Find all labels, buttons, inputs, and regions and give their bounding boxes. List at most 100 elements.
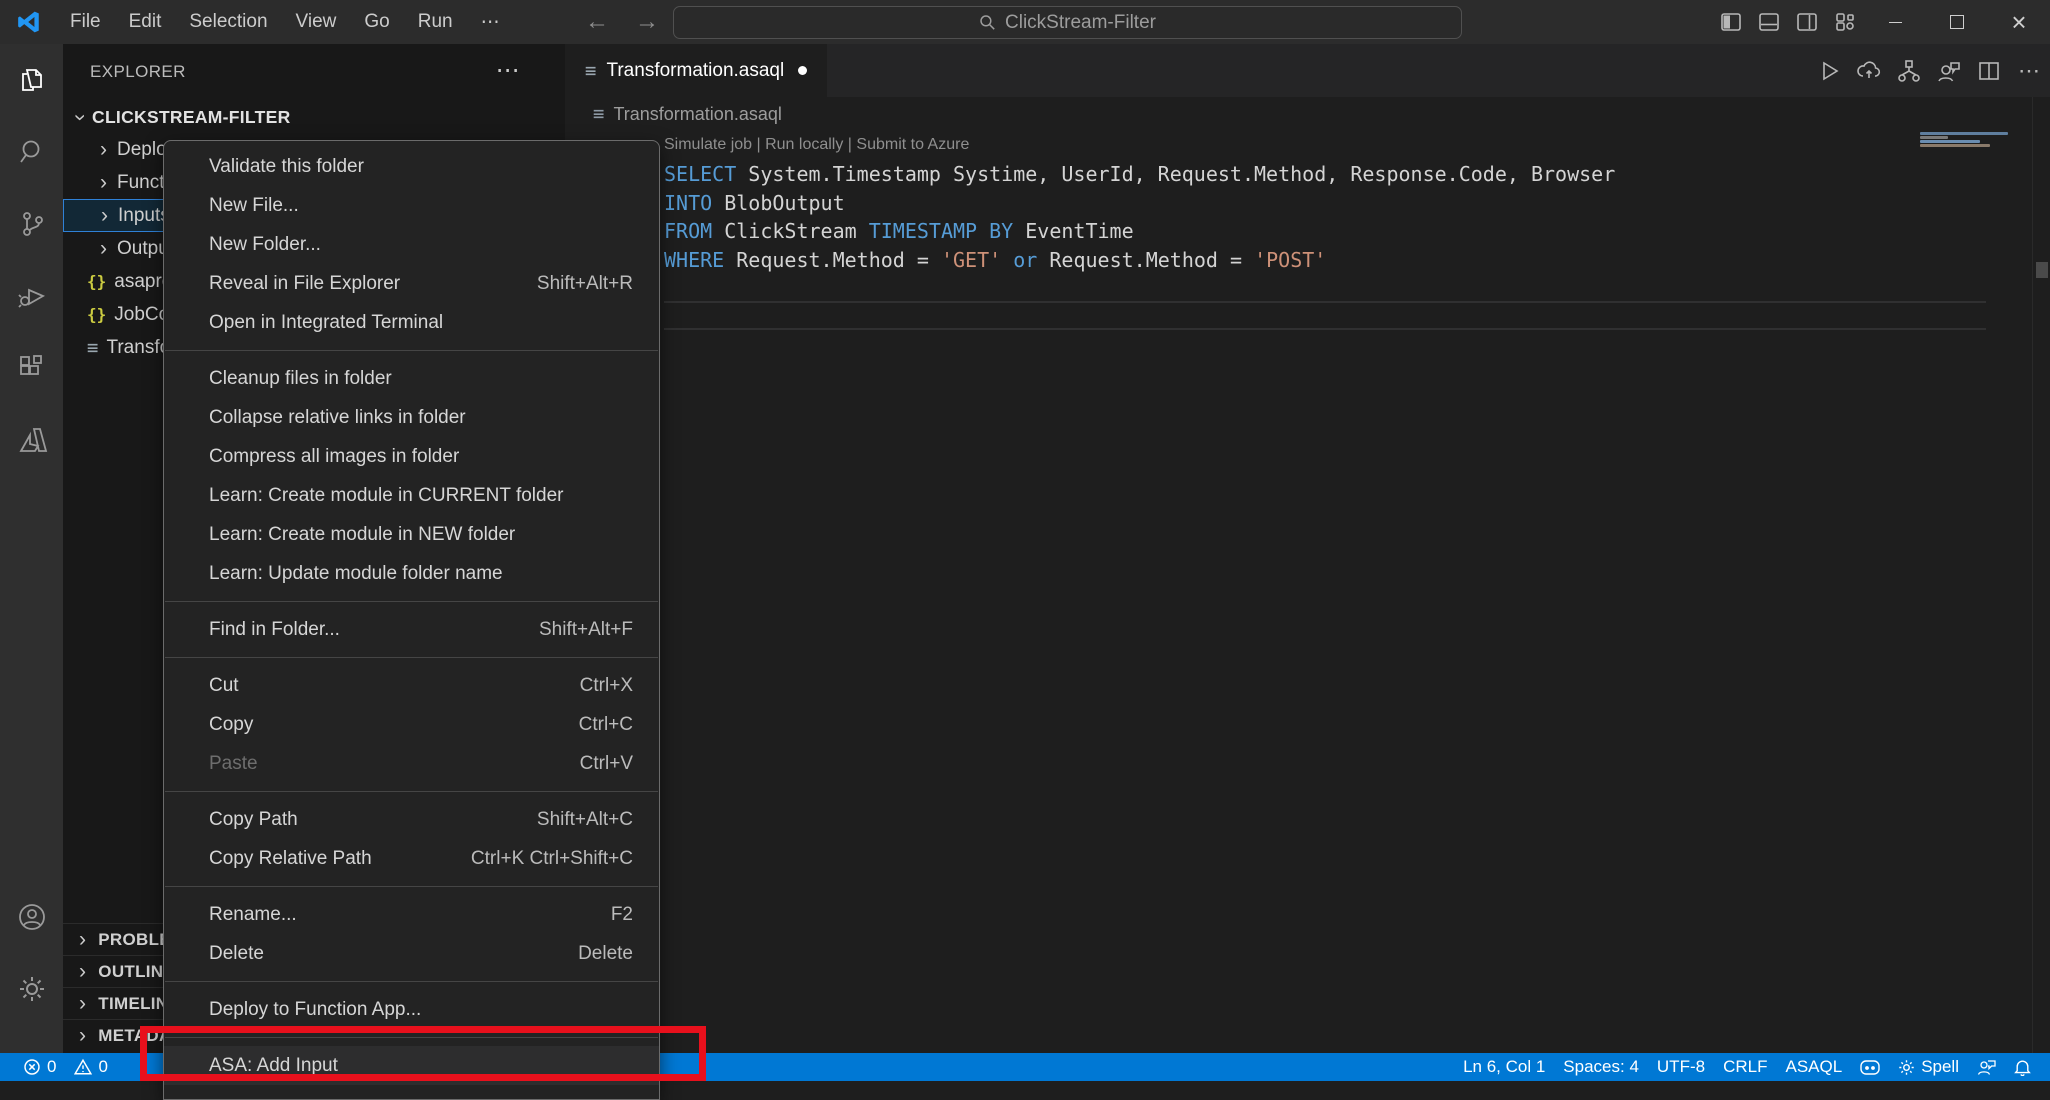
status-person-feedback-icon[interactable] — [1968, 1053, 2005, 1081]
menu-item-label: Copy — [209, 713, 254, 735]
menu-item-learn-create-module-in-current-folder[interactable]: Learn: Create module in CURRENT folder — [164, 476, 659, 515]
back-arrow-icon[interactable]: ← — [585, 8, 609, 36]
menubar-item-more[interactable]: ⋯ — [467, 0, 514, 44]
menu-item-find-in-folder[interactable]: Find in Folder... Shift+Alt+F — [164, 610, 659, 649]
tree-item-label: Inputs — [118, 204, 170, 226]
codelens-actions[interactable]: Simulate job | Run locally | Submit to A… — [664, 136, 969, 154]
status-asaql[interactable]: ASAQL — [1776, 1053, 1851, 1081]
menubar-item-run[interactable]: Run — [404, 0, 467, 44]
status-spell[interactable]: Spell — [1889, 1053, 1968, 1081]
status-0[interactable]: 0 — [65, 1053, 116, 1081]
menubar-item-selection[interactable]: Selection — [175, 0, 281, 44]
menu-item-compress-all-images-in-folder[interactable]: Compress all images in folder — [164, 437, 659, 476]
menu-item-label: Delete — [209, 942, 264, 964]
breadcrumb[interactable]: ≡ Transformation.asaql — [593, 97, 782, 131]
scrollbar-marker[interactable] — [2036, 262, 2048, 278]
forward-arrow-icon[interactable]: → — [635, 8, 659, 36]
code-token: TIMESTAMP BY — [868, 219, 1014, 243]
extensions-icon[interactable] — [0, 332, 63, 404]
unsaved-dot-icon[interactable] — [798, 66, 808, 75]
azure-icon[interactable] — [0, 404, 63, 476]
more-actions-icon[interactable]: ⋯ — [2016, 58, 2042, 84]
job-diagram-icon[interactable] — [1896, 58, 1922, 84]
menu-item-deploy-to-function-app[interactable]: Deploy to Function App... — [164, 990, 659, 1029]
menu-item-learn-create-module-in-new-folder[interactable]: Learn: Create module in NEW folder — [164, 515, 659, 554]
code-content[interactable]: SELECT System.Timestamp Systime, UserId,… — [664, 160, 1615, 274]
context-menu: Validate this folder New File... New Folde… — [163, 140, 660, 1100]
menu-item-label: New File... — [209, 194, 299, 216]
maximize-button[interactable] — [1926, 0, 1988, 44]
menu-item-copy-relative-path[interactable]: Copy Relative Path Ctrl+K Ctrl+Shift+C — [164, 839, 659, 878]
menu-item-validate-this-folder[interactable]: Validate this folder — [164, 147, 659, 186]
status-ln-6-col-1[interactable]: Ln 6, Col 1 — [1454, 1053, 1554, 1081]
explorer-icon[interactable] — [0, 44, 63, 116]
menubar-item-view[interactable]: View — [282, 0, 351, 44]
toggle-panel-icon[interactable] — [1750, 0, 1788, 44]
menu-item-learn-update-module-folder-name[interactable]: Learn: Update module folder name — [164, 554, 659, 593]
command-center-search[interactable]: ClickStream-Filter — [673, 6, 1462, 39]
status-text: ASAQL — [1785, 1057, 1843, 1076]
run-button-icon[interactable] — [1816, 58, 1842, 84]
minimap[interactable] — [1920, 132, 2020, 152]
menu-item-open-in-integrated-terminal[interactable]: Open in Integrated Terminal — [164, 303, 659, 342]
menu-item-collapse-relative-links-in-folder[interactable]: Collapse relative links in folder — [164, 398, 659, 437]
menu-item-cut[interactable]: Cut Ctrl+X — [164, 666, 659, 705]
status-copilot-icon[interactable] — [1851, 1053, 1889, 1081]
copilot-icon — [1860, 1059, 1880, 1075]
menu-item-rename[interactable]: Rename... F2 — [164, 895, 659, 934]
search-sidebar-icon[interactable] — [0, 116, 63, 188]
status-0[interactable]: 0 — [14, 1053, 65, 1081]
tab-label: Transformation.asaql — [606, 59, 785, 81]
menu-item-new-folder[interactable]: New Folder... — [164, 225, 659, 264]
command-center-text: ClickStream-Filter — [1005, 11, 1156, 33]
json-file-icon: {} — [87, 305, 107, 324]
code-token: SELECT — [664, 162, 737, 186]
menu-separator — [165, 981, 658, 982]
run-debug-icon[interactable] — [0, 260, 63, 332]
menu-item-label: Learn: Create module in CURRENT folder — [209, 484, 564, 506]
asaql-file-icon: ≡ — [87, 336, 99, 359]
sidebar-more-actions-icon[interactable]: ⋯ — [496, 56, 520, 85]
toggle-secondary-sidebar-icon[interactable] — [1788, 0, 1826, 44]
menubar-item-file[interactable]: File — [56, 0, 115, 44]
person-feedback-icon — [1977, 1059, 1996, 1076]
menu-item-label: Copy Relative Path — [209, 847, 372, 869]
feedback-icon[interactable] — [1936, 58, 1962, 84]
cloud-upload-icon[interactable] — [1856, 58, 1882, 84]
status-utf-8[interactable]: UTF-8 — [1648, 1053, 1714, 1081]
menubar-item-go[interactable]: Go — [350, 0, 403, 44]
menu-item-label: Open in Integrated Terminal — [209, 311, 444, 333]
menu-item-reveal-in-file-explorer[interactable]: Reveal in File Explorer Shift+Alt+R — [164, 264, 659, 303]
title-bar: File Edit Selection View Go Run ⋯ ← → ClickStr… — [0, 0, 2050, 44]
source-control-icon[interactable] — [0, 188, 63, 260]
tree-root-folder[interactable]: › CLICKSTREAM-FILTER — [63, 101, 565, 133]
status-crlf[interactable]: CRLF — [1714, 1053, 1776, 1081]
toggle-sidebar-icon[interactable] — [1712, 0, 1750, 44]
status-text: UTF-8 — [1656, 1057, 1706, 1076]
menubar-item-edit[interactable]: Edit — [115, 0, 176, 44]
split-editor-icon[interactable] — [1976, 58, 2002, 84]
chevron-right-icon: › — [79, 928, 87, 951]
tab-transformation[interactable]: ≡ Transformation.asaql — [565, 44, 827, 97]
menu-item-copy[interactable]: Copy Ctrl+C — [164, 705, 659, 744]
bell-icon — [2014, 1058, 2031, 1076]
breadcrumb-file-icon: ≡ — [593, 103, 605, 125]
status-spaces-4[interactable]: Spaces: 4 — [1554, 1053, 1648, 1081]
close-button[interactable]: × — [1988, 0, 2050, 44]
menu-item-new-file[interactable]: New File... — [164, 186, 659, 225]
minimize-button[interactable] — [1864, 0, 1926, 44]
menu-item-cleanup-files-in-folder[interactable]: Cleanup files in folder — [164, 359, 659, 398]
settings-gear-icon[interactable] — [0, 953, 63, 1025]
file-lines-icon: ≡ — [585, 59, 597, 82]
menu-item-delete[interactable]: Delete Delete — [164, 934, 659, 973]
code-token: System.Timestamp Systime, UserId, Reques… — [736, 162, 1616, 186]
accounts-icon[interactable] — [0, 881, 63, 953]
status-bell-icon[interactable] — [2005, 1053, 2040, 1081]
nav-arrows: ← → — [585, 0, 659, 44]
code-line-2: INTO BlobOutput — [664, 189, 1615, 218]
customize-layout-icon[interactable] — [1826, 0, 1864, 44]
code-line-1: SELECT System.Timestamp Systime, UserId,… — [664, 160, 1615, 189]
menu-item-copy-path[interactable]: Copy Path Shift+Alt+C — [164, 800, 659, 839]
code-token: 'POST' — [1254, 247, 1327, 272]
